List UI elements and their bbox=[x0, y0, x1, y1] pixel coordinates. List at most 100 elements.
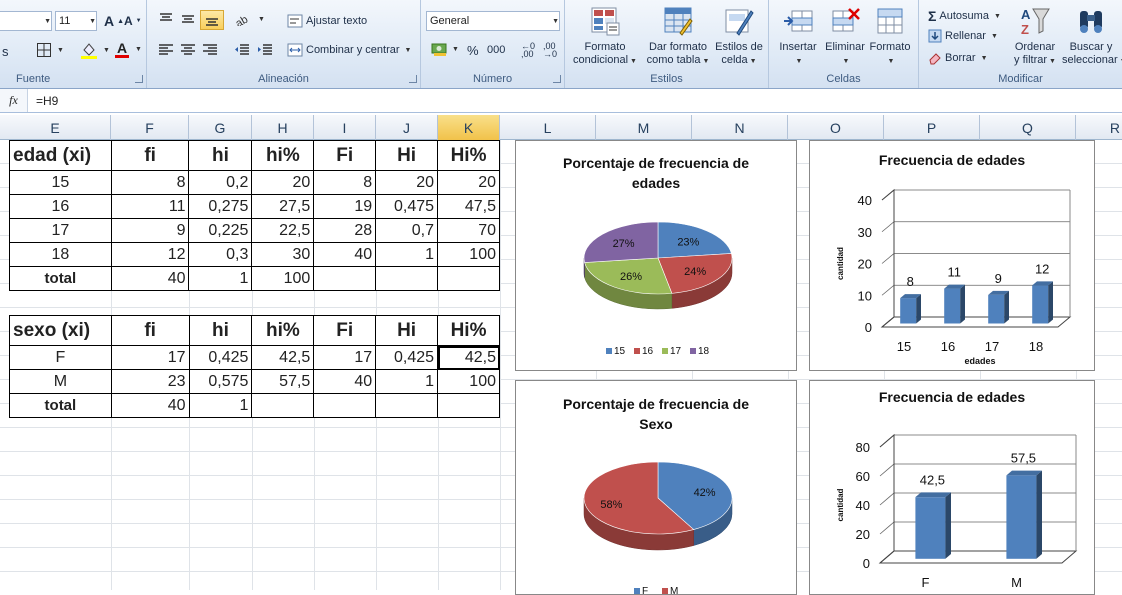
cell[interactable]: 9 bbox=[110, 218, 190, 243]
header-cell[interactable]: hi% bbox=[251, 315, 315, 346]
cell[interactable] bbox=[313, 266, 377, 291]
cell[interactable]: 0,3 bbox=[188, 242, 253, 267]
cell[interactable]: F bbox=[9, 345, 112, 370]
bar-chart-sexo[interactable]: Frecuencia de edades 0 20 40 60 80 42,5 F 57,5 M… bbox=[809, 380, 1095, 595]
cell[interactable]: 40 bbox=[313, 369, 377, 394]
cell[interactable]: 0,2 bbox=[188, 170, 253, 195]
increase-indent-icon[interactable] bbox=[257, 43, 273, 57]
column-header-f[interactable]: F bbox=[111, 115, 189, 140]
cell[interactable]: 40 bbox=[110, 393, 190, 418]
cell[interactable]: 1 bbox=[375, 369, 439, 394]
header-cell[interactable]: edad (xi) bbox=[9, 140, 112, 171]
cell[interactable]: 0,425 bbox=[375, 345, 439, 370]
font-size-dropdown[interactable]: 11 ▼ bbox=[55, 11, 97, 31]
format-as-table-button[interactable]: Dar formato como tabla ▼ bbox=[643, 5, 713, 68]
column-header-p[interactable]: P bbox=[884, 115, 980, 140]
cell[interactable]: 20 bbox=[251, 170, 315, 195]
cell[interactable]: 0,575 bbox=[188, 369, 253, 394]
cell[interactable] bbox=[313, 393, 377, 418]
column-header-h[interactable]: H bbox=[252, 115, 314, 140]
header-cell[interactable]: Hi% bbox=[437, 315, 500, 346]
align-left-icon[interactable] bbox=[158, 43, 174, 57]
header-cell[interactable]: sexo (xi) bbox=[9, 315, 112, 346]
pie-chart-sexo[interactable]: Porcentaje de frecuencia de Sexo 42% 58% F… bbox=[515, 380, 797, 595]
fill-color-icon[interactable]: ▼ bbox=[80, 41, 110, 59]
column-header-k[interactable]: K bbox=[438, 115, 500, 140]
cell[interactable]: 8 bbox=[313, 170, 377, 195]
cell[interactable]: 17 bbox=[110, 345, 190, 370]
orientation-icon[interactable]: ab ▼ bbox=[235, 12, 265, 26]
bar-chart-edades[interactable]: Frecuencia de edades 0 10 20 30 40 8 15 11 16 9 17… bbox=[809, 140, 1095, 371]
autosum-button[interactable]: Σ Autosuma ▼ bbox=[928, 8, 1001, 24]
cell[interactable]: 100 bbox=[437, 369, 500, 394]
font-name-dropdown[interactable]: ▼ bbox=[0, 11, 52, 31]
cell[interactable]: 1 bbox=[188, 266, 253, 291]
cell[interactable]: 0,225 bbox=[188, 218, 253, 243]
cell[interactable]: 17 bbox=[313, 345, 377, 370]
header-cell[interactable]: fi bbox=[110, 315, 190, 346]
header-cell[interactable]: hi bbox=[188, 140, 253, 171]
cell[interactable]: 40 bbox=[313, 242, 377, 267]
fill-button[interactable]: Rellenar ▼ bbox=[928, 29, 998, 43]
header-cell[interactable]: hi bbox=[188, 315, 253, 346]
cell[interactable]: 30 bbox=[251, 242, 315, 267]
cell[interactable] bbox=[375, 266, 439, 291]
column-header-g[interactable]: G bbox=[189, 115, 252, 140]
align-right-icon[interactable] bbox=[202, 43, 218, 57]
header-cell[interactable]: Hi bbox=[375, 315, 439, 346]
cell[interactable]: 57,5 bbox=[251, 369, 315, 394]
cell[interactable]: 0,475 bbox=[375, 194, 439, 219]
currency-icon[interactable]: ▼ bbox=[431, 41, 459, 57]
align-top-icon[interactable] bbox=[158, 12, 174, 26]
font-color-icon[interactable]: A ▼ bbox=[114, 40, 142, 59]
cell[interactable]: 16 bbox=[9, 194, 112, 219]
cell[interactable]: 1 bbox=[188, 393, 253, 418]
formula-input[interactable]: =H9 bbox=[28, 94, 58, 108]
thousands-button[interactable]: 000 bbox=[487, 44, 505, 56]
find-select-button[interactable]: Buscar yseleccionar▼ bbox=[1062, 5, 1122, 68]
font-launcher-icon[interactable] bbox=[135, 75, 143, 83]
align-middle-icon[interactable] bbox=[180, 12, 196, 26]
cell[interactable]: 0,425 bbox=[188, 345, 253, 370]
cell[interactable]: 100 bbox=[437, 242, 500, 267]
column-header-j[interactable]: J bbox=[376, 115, 438, 140]
cell[interactable]: 23 bbox=[110, 369, 190, 394]
decrease-indent-icon[interactable] bbox=[234, 43, 250, 57]
font-grow-icon[interactable]: A ▲ bbox=[104, 13, 124, 29]
cell[interactable]: 0,7 bbox=[375, 218, 439, 243]
sort-filter-button[interactable]: A Z Ordenar y filtrar ▼ bbox=[1007, 5, 1063, 68]
font-shrink-icon[interactable]: A ▼ bbox=[124, 14, 142, 28]
cell[interactable]: 42,5 bbox=[251, 345, 315, 370]
column-header-m[interactable]: M bbox=[596, 115, 692, 140]
selected-cell[interactable]: 42,5 bbox=[437, 345, 500, 370]
cell[interactable]: 17 bbox=[9, 218, 112, 243]
cell[interactable] bbox=[437, 266, 500, 291]
cell[interactable]: total bbox=[9, 266, 112, 291]
cell[interactable]: 15 bbox=[9, 170, 112, 195]
cell[interactable]: 27,5 bbox=[251, 194, 315, 219]
column-header-r[interactable]: R bbox=[1076, 115, 1122, 140]
column-header-e[interactable]: E bbox=[0, 115, 111, 140]
strike-icon[interactable]: s bbox=[2, 44, 9, 59]
clear-button[interactable]: Borrar ▼ bbox=[928, 51, 988, 65]
cell[interactable] bbox=[251, 393, 315, 418]
cell[interactable] bbox=[375, 393, 439, 418]
align-bottom-icon[interactable] bbox=[200, 10, 224, 30]
cell[interactable]: 1 bbox=[375, 242, 439, 267]
cell[interactable]: 28 bbox=[313, 218, 377, 243]
column-header-i[interactable]: I bbox=[314, 115, 376, 140]
alignment-launcher-icon[interactable] bbox=[409, 75, 417, 83]
insert-function-icon[interactable]: fx bbox=[0, 89, 28, 112]
decrease-decimal-icon[interactable]: ,00 →0 bbox=[543, 42, 557, 59]
cell[interactable]: 20 bbox=[375, 170, 439, 195]
column-header-n[interactable]: N bbox=[692, 115, 788, 140]
number-format-dropdown[interactable]: General ▼ bbox=[426, 11, 560, 31]
cell[interactable]: 11 bbox=[110, 194, 190, 219]
cell[interactable]: 47,5 bbox=[437, 194, 500, 219]
cell[interactable]: 12 bbox=[110, 242, 190, 267]
percent-button[interactable]: % bbox=[467, 43, 479, 58]
column-header-l[interactable]: L bbox=[500, 115, 596, 140]
header-cell[interactable]: fi bbox=[110, 140, 190, 171]
cell[interactable]: 20 bbox=[437, 170, 500, 195]
cell[interactable]: 22,5 bbox=[251, 218, 315, 243]
